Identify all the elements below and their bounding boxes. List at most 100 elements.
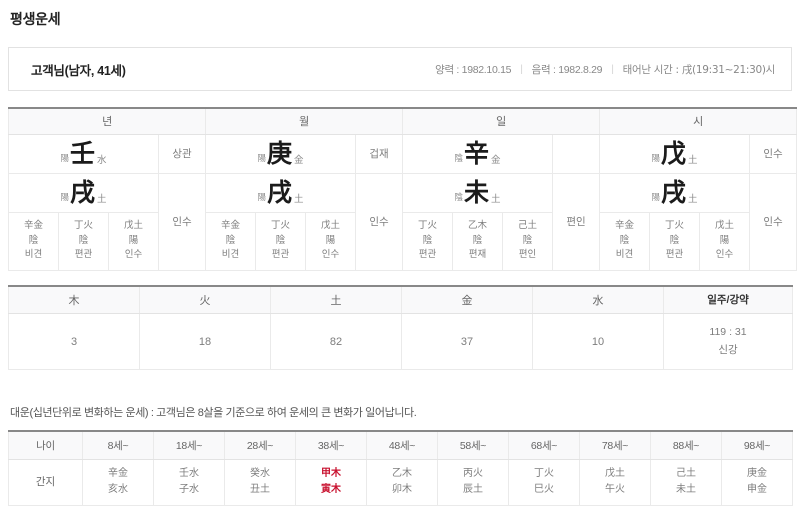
hidden-stem-year-3-stem: 戊土 xyxy=(123,219,143,231)
stem-year: 陽 壬 水 xyxy=(8,133,159,174)
hidden-stem-year-1-yinyang: 陰 xyxy=(28,234,39,246)
stem-hour: 陽 戊 土 xyxy=(599,133,751,174)
daeun-ganji-0-stem: 辛金 xyxy=(108,468,128,479)
daeun-age-0: 8세~ xyxy=(82,430,154,460)
daeun-ganji-5: 丙火 辰土 xyxy=(437,458,509,506)
daeun-ganji-7: 戊土 午火 xyxy=(579,458,651,506)
branch-year-element: 土 xyxy=(97,194,107,205)
hidden-stem-hour-2-yinyang: 陰 xyxy=(669,234,680,246)
hidden-stem-year-1: 辛金 陰 비견 xyxy=(8,211,59,271)
branch-hour: 陽 戌 土 xyxy=(599,172,751,213)
hidden-stem-month-2: 丁火 陰 편관 xyxy=(255,211,307,271)
daeun-ganji-1: 壬水 子水 xyxy=(153,458,225,506)
daeun-age-5: 58세~ xyxy=(437,430,509,460)
daeun-ganji-0-branch: 亥水 xyxy=(108,484,128,495)
daeun-age-3: 38세~ xyxy=(295,430,367,460)
daeun-ganji-1-stem: 壬水 xyxy=(179,468,199,479)
strength-ratio: 119 : 31 xyxy=(709,325,747,338)
stem-hour-char: 戊 xyxy=(661,139,687,168)
branch-year-yinyang: 陽 xyxy=(60,193,69,203)
stem-hour-element: 土 xyxy=(688,155,698,166)
element-value-water: 10 xyxy=(532,313,664,370)
pillar-header-year: 년 xyxy=(7,107,207,135)
daeun-ganji-9: 庚金 申金 xyxy=(721,458,793,506)
branch-year-char: 戌 xyxy=(69,178,95,207)
branch-hour-char: 戌 xyxy=(661,178,687,207)
daeun-ganji-8-stem: 己土 xyxy=(676,468,696,479)
meta-separator-1: | xyxy=(520,63,523,75)
hidden-stem-year-3-god: 인수 xyxy=(124,249,143,261)
daeun-ganji-3-stem: 甲木 xyxy=(321,468,341,479)
stem-day: 陰 辛 金 xyxy=(402,133,554,174)
heavenly-stem-row: 陽 壬 水 상관 陽 庚 金 겁재 陰 辛 金 陽 戊 土 인수 xyxy=(8,133,798,174)
branch-month-char: 戌 xyxy=(267,178,293,207)
branch-month-yinyang: 陽 xyxy=(257,193,266,203)
hidden-stem-hour-2-stem: 丁火 xyxy=(665,219,685,231)
element-value-earth: 82 xyxy=(270,313,402,370)
hidden-stem-year-2: 丁火 陰 편관 xyxy=(58,211,109,271)
pillar-header-day: 일 xyxy=(402,107,601,135)
daeun-age-8: 88세~ xyxy=(650,430,722,460)
ten-god-stem-hour: 인수 xyxy=(749,133,798,174)
hidden-stem-month-3-god: 인수 xyxy=(321,249,340,261)
branch-hour-element: 土 xyxy=(688,194,698,205)
hidden-stem-hour-1-stem: 辛金 xyxy=(615,219,635,231)
hidden-stem-year-3: 戊土 陽 인수 xyxy=(108,211,159,271)
hidden-stem-hour-3: 戊土 陽 인수 xyxy=(699,211,751,271)
daeun-ganji-0: 辛金 亥水 xyxy=(82,458,154,506)
pillar-header-row: 년 월 일 시 xyxy=(7,107,798,135)
hidden-stem-day-1-yinyang: 陰 xyxy=(422,234,433,246)
hidden-stem-hour-2: 丁火 陰 편관 xyxy=(649,211,701,271)
hidden-stem-month-3-stem: 戊土 xyxy=(321,219,341,231)
daeun-age-1: 18세~ xyxy=(153,430,225,460)
daeun-ganji-6: 丁火 巳火 xyxy=(508,458,580,506)
daeun-ganji-6-stem: 丁火 xyxy=(534,468,554,479)
hidden-stem-year-3-yinyang: 陽 xyxy=(128,234,139,246)
stem-year-char: 壬 xyxy=(69,139,95,168)
hidden-stem-hour-1: 辛金 陰 비견 xyxy=(599,211,651,271)
elements-value-row: 3 18 82 37 10 119 : 31 신강 xyxy=(8,313,793,370)
stem-month-yinyang: 陽 xyxy=(257,154,266,164)
branch-day-char: 未 xyxy=(464,178,490,207)
hidden-stem-month-1-god: 비견 xyxy=(221,249,240,261)
ten-god-branch-month: 인수 xyxy=(355,172,404,271)
daeun-ganji-2: 癸水 丑土 xyxy=(224,458,296,506)
branch-day-element: 土 xyxy=(491,194,501,205)
hidden-stem-year-1-stem: 辛金 xyxy=(23,219,43,231)
pillar-header-hour: 시 xyxy=(599,107,798,135)
hidden-stem-month-2-stem: 丁火 xyxy=(271,219,291,231)
hidden-stem-year-2-god: 편관 xyxy=(74,249,93,261)
ten-god-branch-year: 인수 xyxy=(157,172,207,271)
daeun-ganji-4-branch: 卯木 xyxy=(392,484,412,495)
daeun-ganji-9-stem: 庚金 xyxy=(747,468,767,479)
pillar-header-month: 월 xyxy=(205,107,404,135)
strength-label: 신강 xyxy=(718,343,738,356)
ten-god-branch-hour: 인수 xyxy=(749,172,798,271)
hidden-stem-day-2-yinyang: 陰 xyxy=(472,234,483,246)
hidden-stem-hour-1-god: 비견 xyxy=(615,249,634,261)
ten-god-stem-day xyxy=(552,133,601,174)
hidden-stem-day-3-god: 편인 xyxy=(518,249,537,261)
hidden-stem-day-2-stem: 乙木 xyxy=(468,219,488,231)
hidden-stem-hour-1-yinyang: 陰 xyxy=(619,234,630,246)
stem-day-yinyang: 陰 xyxy=(454,154,464,164)
branch-month: 陽 戌 土 xyxy=(205,172,357,213)
daeun-ganji-8: 己土 未土 xyxy=(650,458,722,506)
branch-day: 陰 未 土 xyxy=(402,172,554,213)
branch-month-element: 土 xyxy=(294,194,304,205)
hidden-stem-day-3-stem: 己土 xyxy=(518,219,538,231)
hidden-stem-day-1: 丁火 陰 편관 xyxy=(402,211,454,271)
hidden-stem-day-3-yinyang: 陰 xyxy=(522,234,533,246)
solar-date: 양력 : 1982.10.15 xyxy=(435,63,512,76)
stem-year-yinyang: 陽 xyxy=(60,154,69,164)
earthly-branch-row: 陽 戌 土 인수 陽 戌 土 인수 陰 未 土 편인 陽 戌 土 인수 xyxy=(8,172,798,271)
daeun-ganji-3-branch: 寅木 xyxy=(321,484,341,495)
stem-month: 陽 庚 金 xyxy=(205,133,357,174)
hidden-stem-month-3-yinyang: 陽 xyxy=(325,234,336,246)
meta-separator-2: | xyxy=(611,63,614,75)
stem-year-element: 水 xyxy=(97,155,107,166)
branch-hour-yinyang: 陽 xyxy=(651,193,661,203)
hidden-stem-day-2-god: 편재 xyxy=(468,249,487,261)
hidden-stem-hour-3-god: 인수 xyxy=(715,249,734,261)
hidden-stem-hour-3-yinyang: 陽 xyxy=(719,234,730,246)
